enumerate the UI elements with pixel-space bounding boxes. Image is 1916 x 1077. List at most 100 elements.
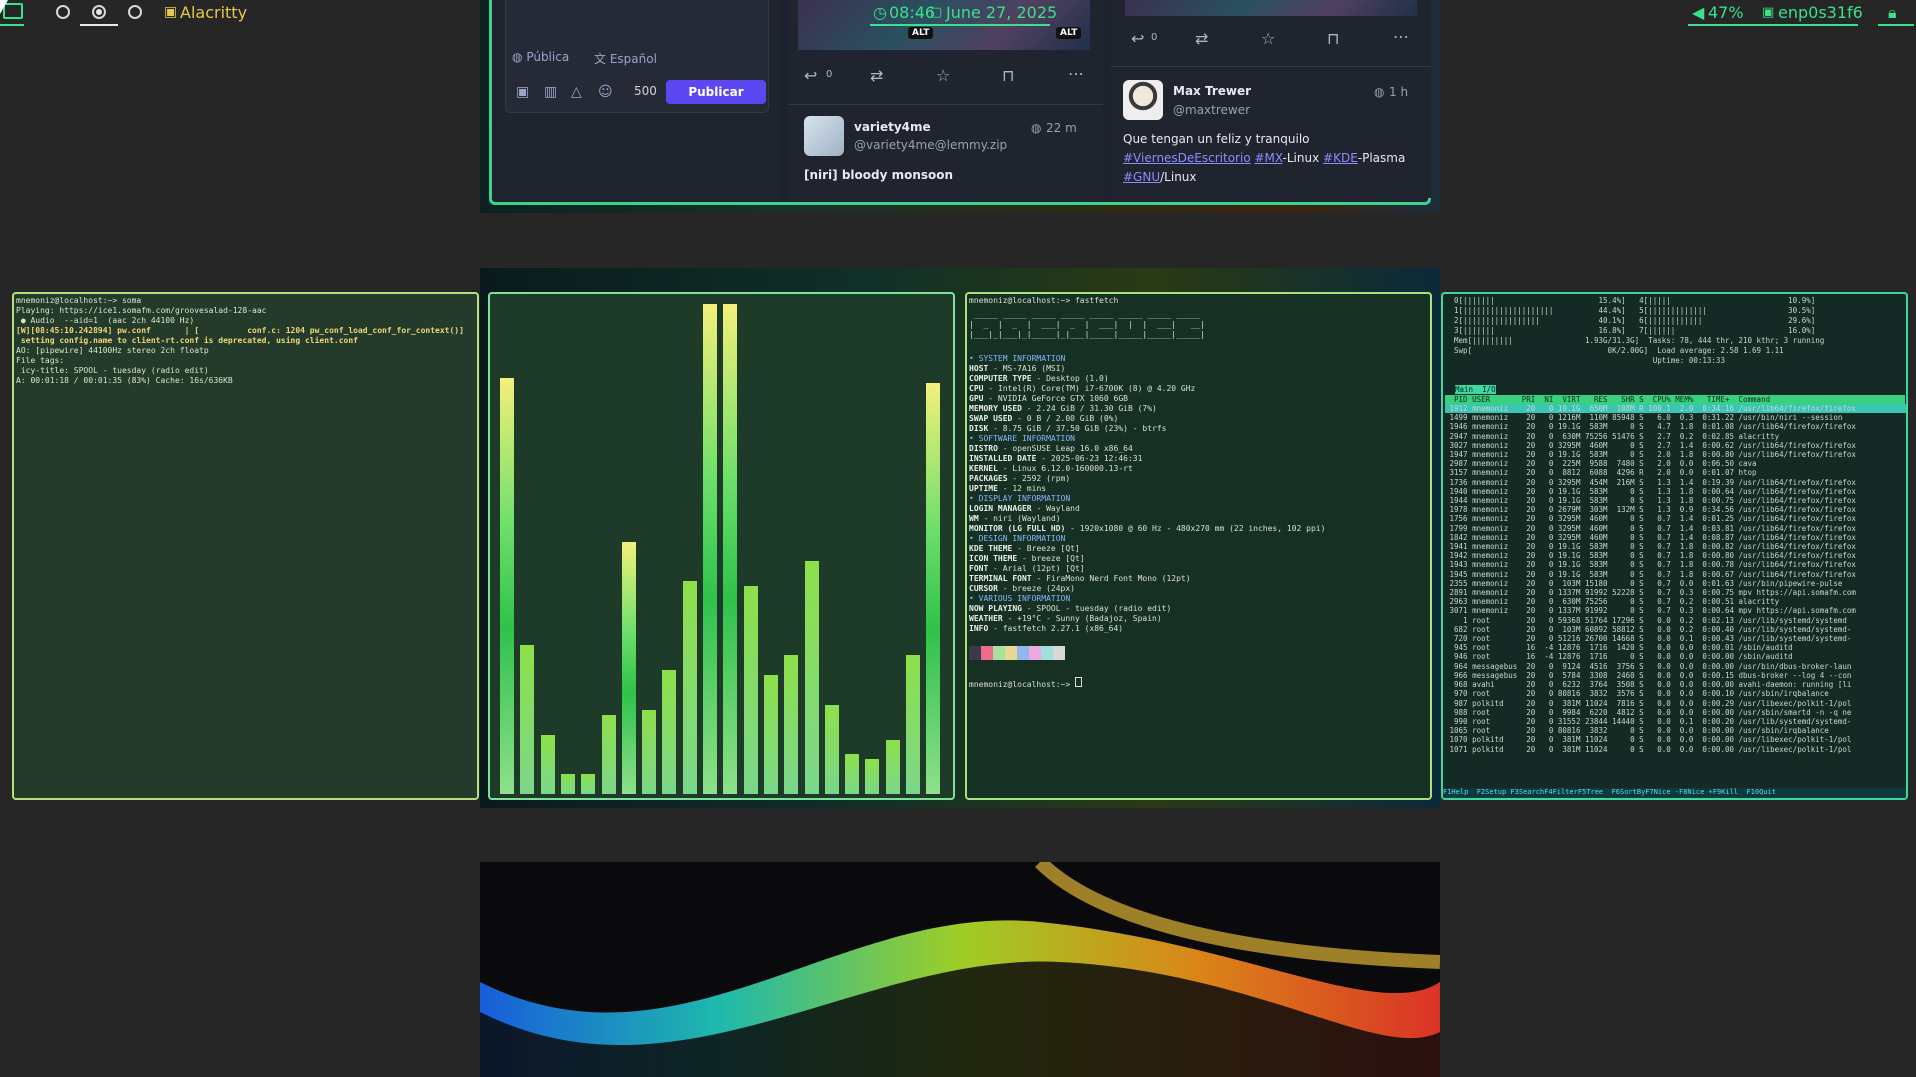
cava-visualizer-window[interactable] [488, 292, 955, 800]
workspace-3[interactable] [92, 5, 106, 19]
info-row: DISTRO - openSUSE Leap 16.0 x86_64 [969, 444, 1325, 454]
process-row[interactable]: 2355 mnemoniz 20 0 103M 15180 0 S 0.7 0.… [1445, 579, 1906, 588]
process-row[interactable]: 1799 mnemoniz 20 0 3295M 460M 0 S 0.7 1.… [1445, 524, 1906, 533]
reply-icon[interactable]: ↩ [804, 66, 817, 85]
process-row[interactable]: 1071 polkitd 20 0 381M 11024 0 S 0.0 0.0… [1445, 745, 1906, 754]
alt-badge[interactable]: ALT [1056, 27, 1082, 39]
process-row[interactable]: 682 root 20 0 103M 60892 58812 S 0.0 0.2… [1445, 625, 1906, 634]
process-row[interactable]: 3157 mnemoniz 20 0 8812 6088 4296 R 2.0 … [1445, 468, 1906, 477]
avatar[interactable] [1123, 80, 1163, 120]
process-row[interactable]: 945 root 16 -4 12876 1716 1420 S 0.0 0.0… [1445, 643, 1906, 652]
process-row[interactable]: 988 root 20 0 9984 6220 4812 S 0.0 0.0 0… [1445, 708, 1906, 717]
hashtag-link[interactable]: #KDE [1323, 151, 1358, 165]
process-row[interactable]: 1499 mnemoniz 20 0 1216M 110M 85948 S 6.… [1445, 413, 1906, 422]
process-row[interactable]: 1941 mnemoniz 20 0 19.1G 583M 0 S 0.7 1.… [1445, 542, 1906, 551]
htop-column-header[interactable]: PID USER PRI NI VIRT RES SHR S CPU% MEM%… [1445, 395, 1905, 404]
boost-icon[interactable]: ⇄ [1195, 29, 1208, 48]
process-row[interactable]: 1 root 20 0 59368 51764 17296 S 0.0 0.2 … [1445, 616, 1906, 625]
workspace-4[interactable] [128, 5, 142, 19]
visualizer-bar [642, 710, 657, 794]
post-author-handle[interactable]: @maxtrewer [1173, 103, 1250, 117]
process-row[interactable]: 2891 mnemoniz 20 0 1337M 91992 52228 S 0… [1445, 588, 1906, 597]
volume-level[interactable]: 47% [1708, 3, 1744, 22]
process-row[interactable]: 1943 mnemoniz 20 0 19.1G 583M 0 S 0.7 1.… [1445, 560, 1906, 569]
process-row[interactable]: 2963 mnemoniz 20 0 630M 75256 0 S 0.7 0.… [1445, 597, 1906, 606]
image-icon[interactable]: ▣ [516, 84, 529, 100]
info-key: LOGIN MANAGER [969, 504, 1032, 513]
process-row[interactable]: 990 root 20 0 31552 23844 14440 S 0.0 0.… [1445, 717, 1906, 726]
process-row[interactable]: 1842 mnemoniz 20 0 3295M 460M 0 S 0.7 1.… [1445, 533, 1906, 542]
process-row[interactable]: 946 root 16 -4 12876 1716 0 S 0.0 0.0 0:… [1445, 652, 1906, 661]
process-row[interactable]: 1942 mnemoniz 20 0 19.1G 583M 0 S 0.7 1.… [1445, 551, 1906, 560]
process-row[interactable]: 987 polkitd 20 0 381M 11024 7816 S 0.0 0… [1445, 699, 1906, 708]
window-icon: ▣ [164, 4, 178, 20]
htop-function-keys[interactable]: F1Help F2Setup F3SearchF4FilterF5Tree F6… [1443, 788, 1906, 798]
hashtag-link[interactable]: #GNU [1123, 170, 1160, 184]
bookmark-icon[interactable]: ⊓ [1327, 29, 1339, 48]
process-row[interactable]: 1756 mnemoniz 20 0 3295M 460M 0 S 0.7 1.… [1445, 514, 1906, 523]
htop-meter-line: Mem[||||||||| 1.93G/31.3G] Tasks: 78, 44… [1445, 336, 1825, 345]
soma-terminal-window[interactable]: mnemoniz@localhost:~> soma Playing: https… [12, 292, 479, 800]
process-row[interactable]: 1736 mnemoniz 20 0 3295M 454M 216M S 1.3… [1445, 478, 1906, 487]
poll-icon[interactable]: ▥ [544, 84, 557, 100]
process-row[interactable]: 1912 mnemoniz 20 0 19.1G 650M 108M R 100… [1445, 404, 1906, 414]
visibility-selector[interactable]: ◍ Pública [512, 50, 569, 64]
process-row[interactable]: 1065 root 20 0 80816 3832 0 S 0.0 0.0 0:… [1445, 726, 1906, 735]
process-row[interactable]: 1945 mnemoniz 20 0 19.1G 583M 0 S 0.7 1.… [1445, 570, 1906, 579]
visualizer-bar [763, 675, 778, 794]
hashtag-link[interactable]: #MX [1255, 151, 1283, 165]
process-row[interactable]: 720 root 20 0 51216 26700 14668 S 0.0 0.… [1445, 634, 1906, 643]
post-content: [niri] bloody monsoon [804, 168, 954, 182]
lock-icon[interactable]: 🔒︎ [1888, 3, 1897, 23]
avatar[interactable] [804, 116, 844, 156]
clock-date[interactable]: June 27, 2025 [946, 3, 1057, 22]
network-interface[interactable]: enp0s31f6 [1778, 3, 1863, 22]
content-warning-icon[interactable]: △ [571, 84, 582, 100]
info-row: LOGIN MANAGER - Wayland [969, 504, 1325, 514]
reply-icon[interactable]: ↩ [1131, 29, 1144, 48]
htop-meter-line: Uptime: 00:13:33 [1445, 356, 1725, 365]
post-author-name[interactable]: Max Trewer [1173, 84, 1251, 98]
process-row[interactable]: 3027 mnemoniz 20 0 3295M 460M 0 S 2.7 1.… [1445, 441, 1906, 450]
post-author-name[interactable]: variety4me [854, 120, 931, 134]
hashtag-link[interactable]: #ViernesDeEscritorio [1123, 151, 1251, 165]
process-row[interactable]: 1947 mnemoniz 20 0 19.1G 583M 0 S 2.0 1.… [1445, 450, 1906, 459]
process-row[interactable]: 2987 mnemoniz 20 0 225M 9588 7480 S 2.0 … [1445, 459, 1906, 468]
process-row[interactable]: 1070 polkitd 20 0 381M 11024 0 S 0.0 0.0… [1445, 735, 1906, 744]
process-row[interactable]: 1940 mnemoniz 20 0 19.1G 583M 0 S 1.3 1.… [1445, 487, 1906, 496]
info-key: ICON THEME [969, 554, 1018, 563]
workspace-2[interactable] [56, 5, 70, 19]
clock-time[interactable]: 08:46 [889, 3, 935, 22]
more-icon[interactable]: ⋯ [1393, 27, 1409, 46]
process-row[interactable]: 966 messagebus 20 0 5784 3308 2460 S 0.0… [1445, 671, 1906, 680]
favourite-icon[interactable]: ☆ [1261, 29, 1275, 48]
fastfetch-terminal-window[interactable]: mnemoniz@localhost:~> fastfetch _____ __… [965, 292, 1432, 800]
clock-underline [870, 24, 1050, 26]
process-row[interactable]: 970 root 20 0 80816 3832 3576 S 0.0 0.0 … [1445, 689, 1906, 698]
htop-tabs[interactable]: Main I/O [1455, 385, 1496, 394]
post-time[interactable]: 1 h [1389, 85, 1408, 99]
process-row[interactable]: 1978 mnemoniz 20 0 2679M 303M 132M S 1.3… [1445, 505, 1906, 514]
prompt-text: mnemoniz@localhost:~> [969, 680, 1075, 689]
post-author-handle[interactable]: @variety4me@lemmy.zip [854, 138, 1007, 152]
htop-terminal-window[interactable]: 0[||||||| 15.4%] 4[||||| 10.9%] 1[||||||… [1441, 292, 1908, 800]
process-row[interactable]: 1946 mnemoniz 20 0 19.1G 583M 0 S 4.7 1.… [1445, 422, 1906, 431]
boost-icon[interactable]: ⇄ [870, 66, 883, 85]
visualizer-bar [703, 304, 717, 794]
info-key: GPU [969, 394, 984, 403]
more-icon[interactable]: ⋯ [1068, 64, 1084, 83]
process-row[interactable]: 1944 mnemoniz 20 0 19.1G 583M 0 S 1.3 1.… [1445, 496, 1906, 505]
language-selector[interactable]: 文 Español [594, 50, 657, 67]
visualizer-bar [926, 383, 941, 794]
process-row[interactable]: 968 avahi 20 0 6232 3764 3508 S 0.0 0.0 … [1445, 680, 1906, 689]
publish-button[interactable]: Publicar [666, 80, 766, 104]
post-time[interactable]: 22 m [1046, 121, 1077, 135]
process-row[interactable]: 964 messagebus 20 0 9124 4516 3756 S 0.0… [1445, 662, 1906, 671]
process-row[interactable]: 3071 mnemoniz 20 0 1337M 91992 0 S 0.7 0… [1445, 606, 1906, 615]
process-row[interactable]: 2947 mnemoniz 20 0 630M 75256 51476 S 2.… [1445, 432, 1906, 441]
alt-badge[interactable]: ALT [908, 27, 934, 39]
bookmark-icon[interactable]: ⊓ [1002, 66, 1014, 85]
focused-window-title[interactable]: Alacritty [180, 3, 247, 22]
emoji-icon[interactable]: ☺ [598, 84, 613, 100]
favourite-icon[interactable]: ☆ [936, 66, 950, 85]
